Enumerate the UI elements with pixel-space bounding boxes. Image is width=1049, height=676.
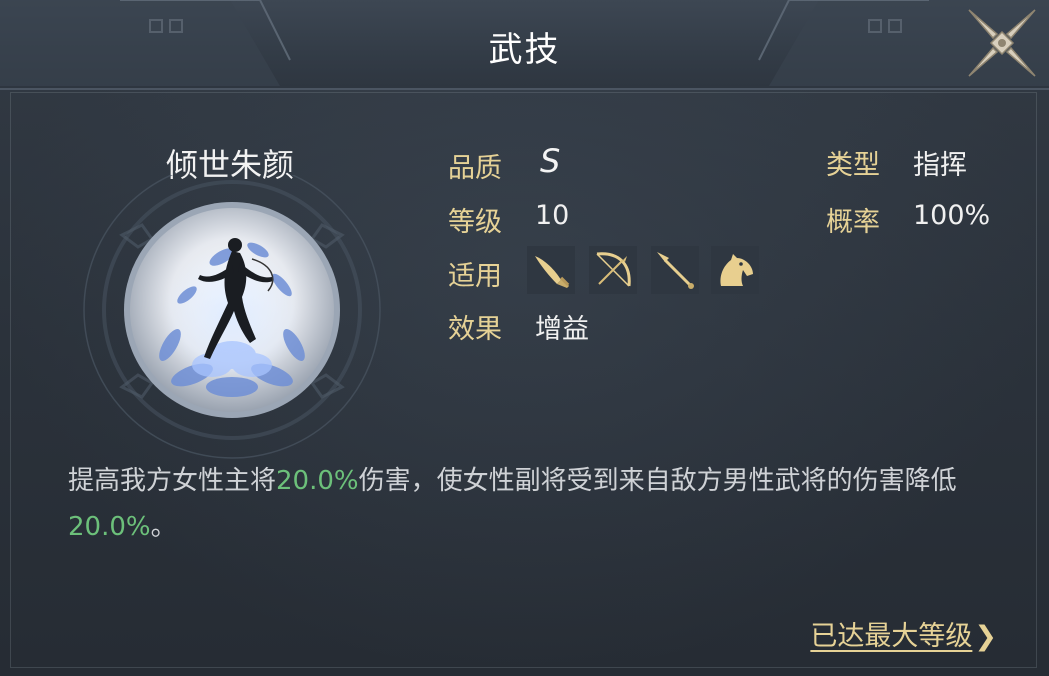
- level-label: 等级: [448, 207, 502, 238]
- type-label: 类型: [826, 150, 880, 181]
- desc-text-2: 伤害，使女性副将受到来自敌方男性武将的伤害降低: [358, 466, 957, 496]
- desc-text-3: 。: [150, 512, 177, 542]
- applicable-label: 适用: [448, 261, 502, 292]
- page-title: 武技: [488, 30, 561, 70]
- skill-description: 提高我方女性主将20.0%伤害，使女性副将受到来自敌方男性武将的伤害降低20.0…: [68, 458, 988, 550]
- skill-panel: 武技 倾世朱颜 品质 S 等级 10 适用 效果 增益 类型 指挥 概率 100…: [0, 0, 1049, 676]
- max-level-label: 已达最大等级: [810, 621, 973, 652]
- desc-value-1: 20.0%: [276, 466, 359, 496]
- close-icon[interactable]: [963, 4, 1041, 82]
- horse-icon: [711, 246, 759, 294]
- skill-emblem-icon: [83, 175, 381, 459]
- chance-value: 100%: [913, 200, 991, 231]
- quality-label: 品质: [448, 153, 502, 184]
- sword-icon: [527, 246, 575, 294]
- effect-label: 效果: [448, 314, 502, 345]
- desc-value-2: 20.0%: [68, 512, 151, 542]
- quality-value: S: [540, 142, 561, 180]
- max-level-link[interactable]: 已达最大等级❯: [810, 614, 997, 653]
- desc-text-1: 提高我方女性主将: [68, 466, 277, 496]
- effect-value: 增益: [535, 314, 589, 345]
- bow-icon: [589, 246, 637, 294]
- type-value: 指挥: [913, 150, 967, 181]
- spear-icon: [651, 246, 699, 294]
- chevron-right-icon: ❯: [974, 621, 997, 652]
- chance-label: 概率: [826, 207, 880, 238]
- header-bar: 武技: [0, 0, 1049, 90]
- level-value: 10: [535, 200, 570, 231]
